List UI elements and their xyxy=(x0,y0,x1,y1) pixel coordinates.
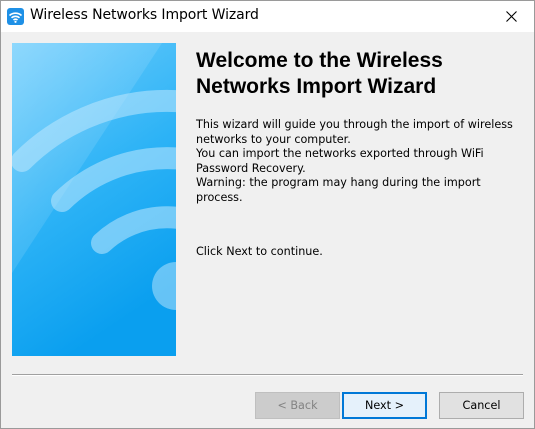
title-bar[interactable]: Wireless Networks Import Wizard xyxy=(1,1,534,32)
back-button[interactable]: < Back xyxy=(255,392,340,419)
description-line: You can import the networks exported thr… xyxy=(196,147,484,161)
wizard-window: Wireless Networks Import Wizard Welcome … xyxy=(0,0,535,429)
close-icon xyxy=(505,11,517,22)
description-line: This wizard will guide you through the i… xyxy=(196,118,513,131)
page-title: Welcome to the Wireless Networks Import … xyxy=(196,49,443,98)
description-line: Warning: the program may hang during the… xyxy=(196,176,481,190)
wizard-description: This wizard will guide you through the i… xyxy=(196,118,526,206)
continue-instruction: Click Next to continue. xyxy=(196,245,323,258)
cancel-button[interactable]: Cancel xyxy=(439,392,524,419)
description-line: networks to your computer. xyxy=(196,132,351,146)
button-separator xyxy=(12,374,523,376)
window-title: Wireless Networks Import Wizard xyxy=(30,7,259,23)
wifi-banner-image xyxy=(12,43,176,356)
description-line: process. xyxy=(196,190,243,204)
wifi-app-icon xyxy=(7,8,24,25)
close-button[interactable] xyxy=(488,1,534,32)
next-button[interactable]: Next > xyxy=(342,392,427,419)
wizard-content: Welcome to the Wireless Networks Import … xyxy=(1,32,534,428)
description-line: Password Recovery. xyxy=(196,161,306,175)
